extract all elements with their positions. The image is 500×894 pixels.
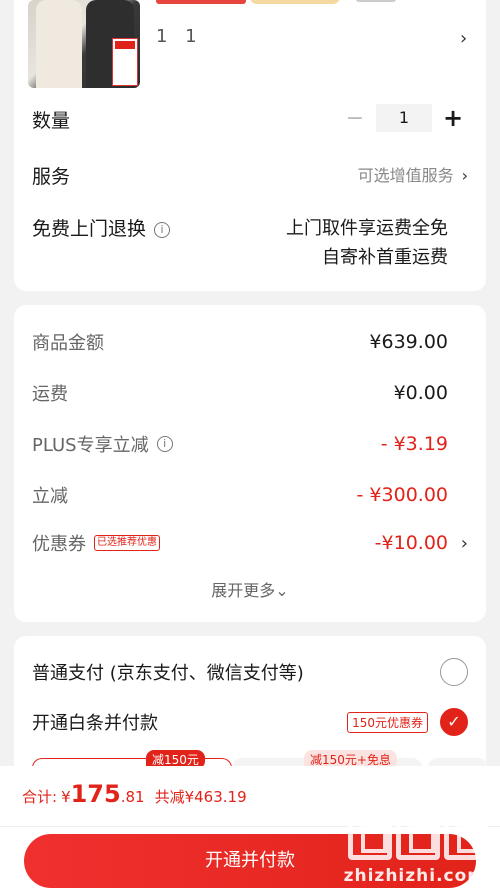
original-price-cut bbox=[356, 0, 396, 2]
normal-payment-row[interactable]: 普通支付 (京东支付、微信支付等) bbox=[32, 658, 468, 686]
total-label: 合计: bbox=[22, 788, 58, 806]
instant-discount-value: - ¥300.00 bbox=[356, 484, 448, 506]
watermark-glyphs bbox=[348, 810, 488, 860]
coupon-row[interactable]: 优惠券 已选推荐优惠 -¥10.00 bbox=[32, 530, 448, 556]
watermark-glyph bbox=[444, 810, 488, 860]
quantity-input[interactable]: 1 bbox=[376, 104, 432, 132]
plus-discount-value: - ¥3.19 bbox=[380, 433, 448, 455]
normal-payment-label: 普通支付 (京东支付、微信支付等) bbox=[32, 663, 304, 684]
plus-icon[interactable]: + bbox=[438, 104, 468, 132]
instant-discount-row: 立减 - ¥300.00 bbox=[32, 482, 448, 508]
service-value: 可选增值服务 bbox=[357, 166, 454, 185]
goods-amount-value: ¥639.00 bbox=[369, 331, 448, 353]
shipping-label: 运费 bbox=[32, 384, 68, 405]
coupon-value: -¥10.00 bbox=[374, 532, 448, 554]
plus-discount-row: PLUS专享立减 i - ¥3.19 bbox=[32, 431, 448, 457]
free-return-line-2: 自寄补首重运费 bbox=[322, 247, 448, 268]
baitiao-payment-label: 开通白条并付款 bbox=[32, 713, 158, 734]
minus-icon[interactable]: − bbox=[340, 106, 370, 131]
coupon-text: 优惠券 bbox=[32, 534, 86, 555]
service-selector[interactable]: 可选增值服务 › bbox=[358, 162, 468, 186]
watermark-glyph bbox=[348, 810, 392, 860]
watermark-glyph bbox=[396, 810, 440, 860]
check-icon[interactable]: ✓ bbox=[440, 708, 468, 736]
normal-payment-radio[interactable] bbox=[440, 658, 468, 686]
shipping-value: ¥0.00 bbox=[393, 382, 448, 404]
thumbnail-promo-label bbox=[112, 38, 138, 86]
plus-discount-label: PLUS专享立减 i bbox=[32, 431, 173, 457]
baitiao-payment-right: 150元优惠券 ✓ bbox=[347, 708, 468, 736]
product-spec[interactable]: 1 1 bbox=[156, 26, 203, 47]
quantity-label: 数量 bbox=[32, 110, 71, 132]
total-saved: 共减¥463.19 bbox=[154, 788, 247, 806]
order-options-card: 数量 − 1 + 服务 可选增值服务 › 免费上门退换 i 上门取件享运费全免 自寄… bbox=[14, 96, 486, 291]
coupon-recommended-tag: 已选推荐优惠 bbox=[94, 535, 160, 551]
price-summary-card: 商品金额 ¥639.00 运费 ¥0.00 PLUS专享立减 i - ¥3.19 … bbox=[14, 305, 486, 622]
total-currency: ¥ bbox=[61, 788, 71, 806]
quantity-stepper: − 1 + bbox=[340, 104, 468, 132]
price-block-cut bbox=[156, 0, 246, 4]
shipping-row: 运费 ¥0.00 bbox=[32, 380, 448, 406]
free-return-details: 上门取件享运费全免 自寄补首重运费 bbox=[286, 214, 448, 272]
price-badge-cut bbox=[250, 0, 340, 4]
free-return-label: 免费上门退换 i bbox=[32, 214, 171, 241]
thumbnail-coat-light bbox=[36, 0, 82, 88]
expand-more-button[interactable]: 展开更多⌄ bbox=[14, 577, 486, 601]
payment-method-card: 普通支付 (京东支付、微信支付等) 开通白条并付款 150元优惠券 ✓ 减150… bbox=[14, 636, 488, 788]
chevron-right-icon[interactable]: › bbox=[461, 533, 468, 554]
info-icon[interactable]: i bbox=[154, 222, 171, 238]
product-thumbnail[interactable] bbox=[28, 0, 140, 88]
chevron-right-icon: › bbox=[461, 166, 468, 185]
spec-chevron-icon[interactable]: › bbox=[460, 28, 467, 49]
baitiao-payment-row[interactable]: 开通白条并付款 150元优惠券 ✓ bbox=[32, 708, 468, 736]
goods-amount-label: 商品金额 bbox=[32, 333, 104, 354]
plus-discount-text: PLUS专享立减 bbox=[32, 435, 149, 456]
goods-amount-row: 商品金额 ¥639.00 bbox=[32, 329, 448, 355]
free-return-line-1: 上门取件享运费全免 bbox=[286, 218, 448, 239]
total-decimal: .81 bbox=[120, 788, 145, 806]
instant-discount-label: 立减 bbox=[32, 486, 68, 507]
watermark-logo: zhizhizhi.com bbox=[338, 810, 488, 888]
info-icon[interactable]: i bbox=[156, 436, 173, 452]
baitiao-coupon-badge: 150元优惠券 bbox=[347, 711, 428, 733]
product-card: 1 1 › bbox=[14, 0, 486, 100]
service-label: 服务 bbox=[32, 166, 71, 188]
total-amount: 合计: ¥ 175 .81 共减¥463.19 bbox=[22, 780, 247, 808]
total-integer: 175 bbox=[70, 780, 121, 808]
watermark-site: zhizhizhi.com bbox=[343, 866, 486, 886]
coupon-label: 优惠券 已选推荐优惠 bbox=[32, 530, 160, 556]
free-return-text: 免费上门退换 bbox=[32, 218, 147, 240]
